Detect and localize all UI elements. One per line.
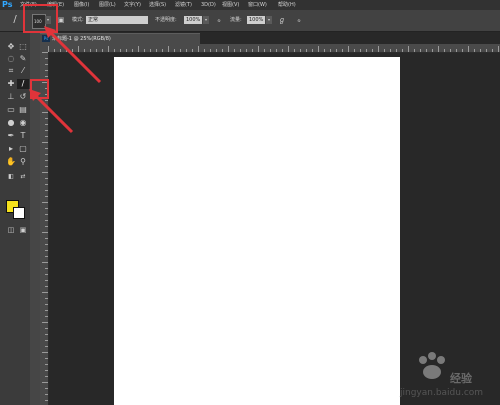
annotation-arrow-brush xyxy=(31,91,74,134)
watermark-url: jingyan.baidu.com xyxy=(400,388,484,398)
annotation-arrows xyxy=(29,26,102,134)
watermark-text: 经验 xyxy=(450,372,472,385)
annotation-arrow-size xyxy=(46,28,102,84)
paw-logo-icon xyxy=(419,352,445,379)
